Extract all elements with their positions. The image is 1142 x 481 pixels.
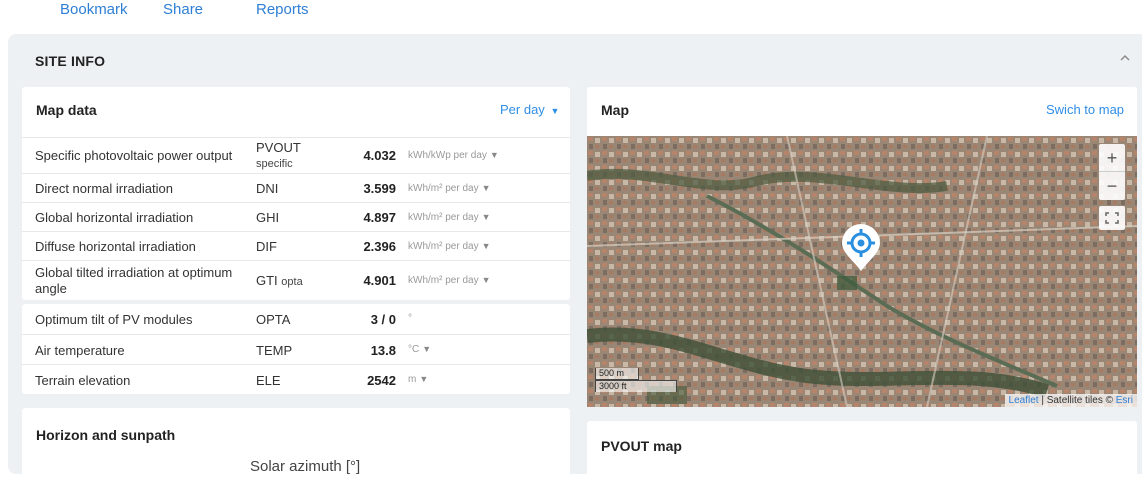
map-scale: 500 m 3000 ft bbox=[595, 368, 677, 392]
pvout-map-card: PVOUT map bbox=[587, 421, 1137, 481]
row-abbr: DNI bbox=[256, 181, 279, 196]
row-name: Direct normal irradiation bbox=[35, 181, 173, 196]
row-abbr-main: PVOUT bbox=[256, 140, 301, 155]
row-value: 3.599 bbox=[363, 181, 396, 196]
row-abbr-sub: specific bbox=[256, 158, 293, 170]
row-abbr: GTI opta bbox=[256, 273, 303, 288]
map-data-title: Map data bbox=[36, 102, 97, 118]
row-abbr-main: GTI bbox=[256, 273, 278, 288]
unit-label: kWh/m² per day bbox=[408, 212, 479, 223]
table-row: Optimum tilt of PV modules OPTA 3 / 0 ° bbox=[22, 304, 570, 334]
unit-dropdown[interactable]: °C ▼ bbox=[408, 344, 431, 355]
map-data-card-secondary: Optimum tilt of PV modules OPTA 3 / 0 ° … bbox=[22, 304, 570, 394]
unit-label: kWh/m² per day bbox=[408, 275, 479, 286]
top-nav: Bookmark Share Reports bbox=[0, 0, 1142, 30]
caret-down-icon: ▼ bbox=[419, 374, 429, 384]
row-abbr-sub: opta bbox=[281, 276, 303, 288]
switch-to-map-link[interactable]: Swich to map bbox=[1046, 87, 1124, 133]
caret-down-icon: ▼ bbox=[481, 275, 491, 285]
caret-down-icon: ▼ bbox=[481, 241, 491, 251]
fullscreen-icon[interactable] bbox=[1099, 206, 1125, 230]
row-name: Specific photovoltaic power output bbox=[35, 148, 233, 163]
zoom-out-button[interactable]: − bbox=[1099, 172, 1125, 200]
per-day-dropdown[interactable]: Per day ▼ bbox=[500, 87, 559, 133]
unit-label: ° bbox=[408, 313, 412, 324]
unit-dropdown[interactable]: kWh/m² per day ▼ bbox=[408, 212, 491, 223]
row-name: Global horizontal irradiation bbox=[35, 210, 194, 225]
row-abbr: GHI bbox=[256, 210, 280, 225]
zoom-control: + − bbox=[1099, 144, 1125, 200]
row-value: 2542 bbox=[367, 373, 396, 388]
row-abbr: OPTA bbox=[256, 312, 291, 327]
map-data-card: Map data Per day ▼ Specific photovoltaic… bbox=[22, 87, 570, 300]
row-value: 2.396 bbox=[363, 239, 396, 254]
unit-dropdown[interactable]: kWh/m² per day ▼ bbox=[408, 183, 491, 194]
satellite-map[interactable]: + − 500 m 3000 ft Leaflet | Satellite ti… bbox=[587, 136, 1137, 407]
row-value: 3 / 0 bbox=[370, 312, 396, 327]
caret-down-icon: ▼ bbox=[481, 212, 491, 222]
table-row: Specific photovoltaic power output PVOUT… bbox=[22, 137, 570, 173]
unit-label: m bbox=[408, 374, 417, 385]
horizon-card: Horizon and sunpath Solar azimuth [°] bbox=[22, 408, 570, 478]
row-value: 4.897 bbox=[363, 210, 396, 225]
map-card: Map Swich to map + − 500 m 3000 ft Leafl… bbox=[587, 87, 1137, 407]
table-row: Global tilted irradiation at optimum ang… bbox=[22, 260, 570, 300]
row-name: Air temperature bbox=[35, 343, 125, 358]
unit-dropdown[interactable]: kWh/m² per day ▼ bbox=[408, 241, 491, 252]
unit-label: kWh/m² per day bbox=[408, 183, 479, 194]
unit-dropdown[interactable]: kWh/kWp per day ▼ bbox=[408, 150, 499, 161]
table-row: Terrain elevation ELE 2542 m ▼ bbox=[22, 364, 570, 394]
zoom-in-button[interactable]: + bbox=[1099, 144, 1125, 172]
reports-link[interactable]: Reports bbox=[256, 2, 309, 18]
esri-link[interactable]: Esri bbox=[1116, 395, 1133, 406]
leaflet-link[interactable]: Leaflet bbox=[1009, 395, 1039, 406]
row-value: 4.901 bbox=[363, 273, 396, 288]
row-name: Diffuse horizontal irradiation bbox=[35, 239, 196, 254]
scale-imperial: 3000 ft bbox=[595, 380, 677, 392]
pvout-map-title: PVOUT map bbox=[601, 438, 682, 454]
row-abbr: TEMP bbox=[256, 343, 293, 358]
row-name: Optimum tilt of PV modules bbox=[35, 312, 193, 327]
table-row: Air temperature TEMP 13.8 °C ▼ bbox=[22, 334, 570, 364]
unit-label: °C bbox=[408, 344, 420, 355]
unit-label: kWh/kWp per day bbox=[408, 150, 487, 161]
caret-down-icon: ▼ bbox=[481, 183, 491, 193]
scale-metric: 500 m bbox=[595, 368, 639, 380]
location-marker-icon[interactable] bbox=[840, 223, 882, 278]
map-title: Map bbox=[601, 102, 629, 118]
row-abbr: PVOUT specific bbox=[256, 140, 301, 172]
share-link[interactable]: Share bbox=[163, 2, 203, 18]
horizon-title: Horizon and sunpath bbox=[36, 427, 176, 443]
caret-down-icon: ▼ bbox=[422, 344, 432, 354]
unit-dropdown[interactable]: kWh/m² per day ▼ bbox=[408, 275, 491, 286]
site-info-title: SITE INFO bbox=[35, 53, 106, 69]
table-row: Global horizontal irradiation GHI 4.897 … bbox=[22, 202, 570, 231]
unit-label: kWh/m² per day bbox=[408, 241, 479, 252]
table-row: Direct normal irradiation DNI 3.599 kWh/… bbox=[22, 173, 570, 202]
per-day-label: Per day bbox=[500, 102, 545, 117]
row-value: 4.032 bbox=[363, 148, 396, 163]
row-abbr: DIF bbox=[256, 239, 277, 254]
row-value: 13.8 bbox=[370, 343, 396, 358]
row-abbr: ELE bbox=[256, 373, 281, 388]
caret-down-icon: ▼ bbox=[550, 106, 560, 116]
table-row: Diffuse horizontal irradiation DIF 2.396… bbox=[22, 231, 570, 260]
bookmark-link[interactable]: Bookmark bbox=[60, 2, 128, 18]
chevron-up-icon[interactable] bbox=[1116, 51, 1134, 69]
caret-down-icon: ▼ bbox=[489, 150, 499, 160]
solar-azimuth-label: Solar azimuth [°] bbox=[250, 458, 361, 475]
attribution-text: | Satellite tiles © bbox=[1038, 395, 1116, 406]
unit-dropdown[interactable]: m ▼ bbox=[408, 374, 428, 385]
map-attribution: Leaflet | Satellite tiles © Esri bbox=[1004, 394, 1137, 407]
row-name: Global tilted irradiation at optimum ang… bbox=[35, 265, 233, 296]
row-name: Terrain elevation bbox=[35, 373, 131, 388]
